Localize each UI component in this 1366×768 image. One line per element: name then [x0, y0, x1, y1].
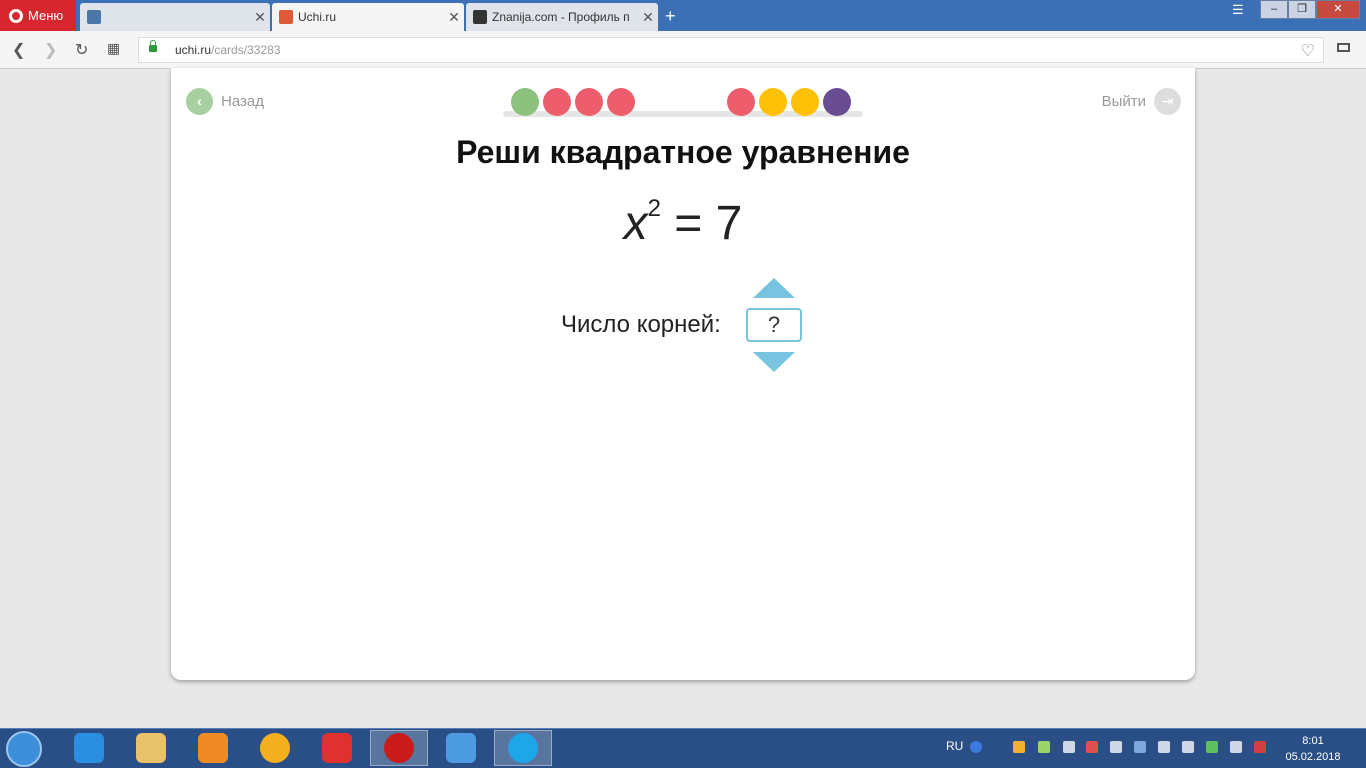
back-button[interactable]: ‹ Назад: [186, 88, 264, 115]
aimp-icon: [260, 733, 290, 763]
tab-menu-icon[interactable]: ☰: [1232, 2, 1244, 18]
tab-uchi[interactable]: Uchi.ru ✕: [272, 3, 464, 31]
znanija-favicon-icon: [473, 10, 487, 24]
tab-znanija[interactable]: Znanija.com - Профиль п ✕: [466, 3, 658, 31]
tray-volume-muted-icon[interactable]: [1086, 741, 1098, 753]
url-field[interactable]: uchi.ru/cards/33283 ♡: [138, 37, 1324, 63]
vk-favicon-icon: [87, 10, 101, 24]
clock-date: 05.02.2018: [1285, 751, 1341, 763]
tray-app-icon[interactable]: [1038, 741, 1050, 753]
maximize-button[interactable]: ❐: [1288, 0, 1316, 19]
close-window-button[interactable]: ✕: [1316, 0, 1360, 19]
uchi-favicon-icon: [279, 10, 293, 24]
roots-count-input[interactable]: ?: [746, 308, 802, 342]
equation-rest: = 7: [660, 197, 743, 250]
internet-explorer-icon: [74, 733, 104, 763]
taskbar-opera[interactable]: [370, 730, 428, 766]
back-label: Назад: [221, 93, 264, 110]
folder-icon: [136, 733, 166, 763]
progress-dot: [543, 88, 571, 116]
tray-tool-icon[interactable]: [1230, 741, 1242, 753]
close-tab-icon[interactable]: ✕: [638, 9, 658, 26]
opera-icon: [384, 733, 414, 763]
address-bar: ❮ ❯ ↻ ▦ uchi.ru/cards/33283 ♡: [0, 31, 1366, 69]
forward-arrow-icon[interactable]: ❯: [44, 40, 57, 60]
lock-icon: [149, 40, 157, 52]
clock-time: 8:01: [1302, 735, 1324, 747]
increment-arrow-icon[interactable]: [753, 278, 795, 298]
task-card: ‹ Назад Выйти ⇥ Реши квадратное уравнени…: [171, 68, 1195, 680]
exit-button[interactable]: Выйти ⇥: [1102, 88, 1181, 115]
progress-dot: [727, 88, 755, 116]
tray-wifi-icon[interactable]: [1206, 741, 1218, 753]
minimize-button[interactable]: –: [1260, 0, 1288, 19]
back-arrow-icon[interactable]: ❮: [12, 40, 25, 60]
tray-network-device-icon[interactable]: [1063, 741, 1075, 753]
tray-star-icon[interactable]: [1013, 741, 1025, 753]
tray-usb-icon[interactable]: [1134, 741, 1146, 753]
opera-menu-label: Меню: [28, 8, 64, 23]
progress-dot: [791, 88, 819, 116]
speaker-icon: [446, 733, 476, 763]
help-icon[interactable]: [970, 741, 982, 753]
taskbar-ie[interactable]: [60, 730, 118, 766]
equation-exponent: 2: [647, 195, 661, 222]
skype-icon: [508, 733, 538, 763]
chevron-left-icon: ‹: [186, 88, 213, 115]
taskbar-skype[interactable]: [494, 730, 552, 766]
equation: x2 = 7: [171, 195, 1195, 251]
roots-count-label: Число корней:: [561, 311, 721, 338]
progress-dot: [607, 88, 635, 116]
progress-dot: [823, 88, 851, 116]
decrement-arrow-icon[interactable]: [753, 352, 795, 372]
progress-dot: [575, 88, 603, 116]
tray-battery-icon[interactable]: [1110, 741, 1122, 753]
taskbar-media-player[interactable]: [184, 730, 242, 766]
opera-menu-button[interactable]: Меню: [0, 0, 76, 31]
tray-signal-icon[interactable]: [1182, 741, 1194, 753]
close-tab-icon[interactable]: ✕: [444, 9, 464, 26]
battery-saver-icon[interactable]: [1337, 43, 1350, 52]
new-tab-button[interactable]: +: [665, 6, 676, 27]
language-indicator[interactable]: RU: [946, 739, 963, 753]
taskbar-aimp[interactable]: [246, 730, 304, 766]
exit-icon: ⇥: [1154, 88, 1181, 115]
tray-speaker-icon[interactable]: [1158, 741, 1170, 753]
system-clock[interactable]: 8:01 05.02.2018: [1282, 733, 1344, 765]
url-path: /cards/33283: [211, 43, 281, 57]
windows-taskbar: RU 8:01 05.02.2018: [0, 728, 1366, 768]
taskbar-audio[interactable]: [432, 730, 490, 766]
equation-variable: x: [623, 197, 648, 250]
progress-dot: [511, 88, 539, 116]
tray-flag-icon[interactable]: [1254, 741, 1266, 753]
start-button[interactable]: [6, 731, 42, 767]
tab-vk[interactable]: ✕: [80, 3, 270, 31]
url-host: uchi.ru: [175, 43, 212, 57]
yandex-browser-icon: [322, 733, 352, 763]
media-player-icon: [198, 733, 228, 763]
tab-title: Uchi.ru: [298, 10, 337, 24]
progress-dot: [759, 88, 787, 116]
taskbar-explorer[interactable]: [122, 730, 180, 766]
task-title: Реши квадратное уравнение: [456, 134, 910, 170]
tab-title: Znanija.com - Профиль п: [492, 10, 630, 24]
reload-icon[interactable]: ↻: [75, 40, 88, 60]
close-tab-icon[interactable]: ✕: [250, 9, 270, 26]
heart-icon[interactable]: ♡: [1301, 41, 1315, 61]
opera-logo-icon: [9, 8, 23, 23]
taskbar-yandex[interactable]: [308, 730, 366, 766]
exit-label: Выйти: [1101, 93, 1146, 110]
browser-tab-bar: Меню ✕ Uchi.ru ✕ Znanija.com - Профиль п…: [0, 0, 1366, 31]
speed-dial-icon[interactable]: ▦: [107, 40, 120, 57]
